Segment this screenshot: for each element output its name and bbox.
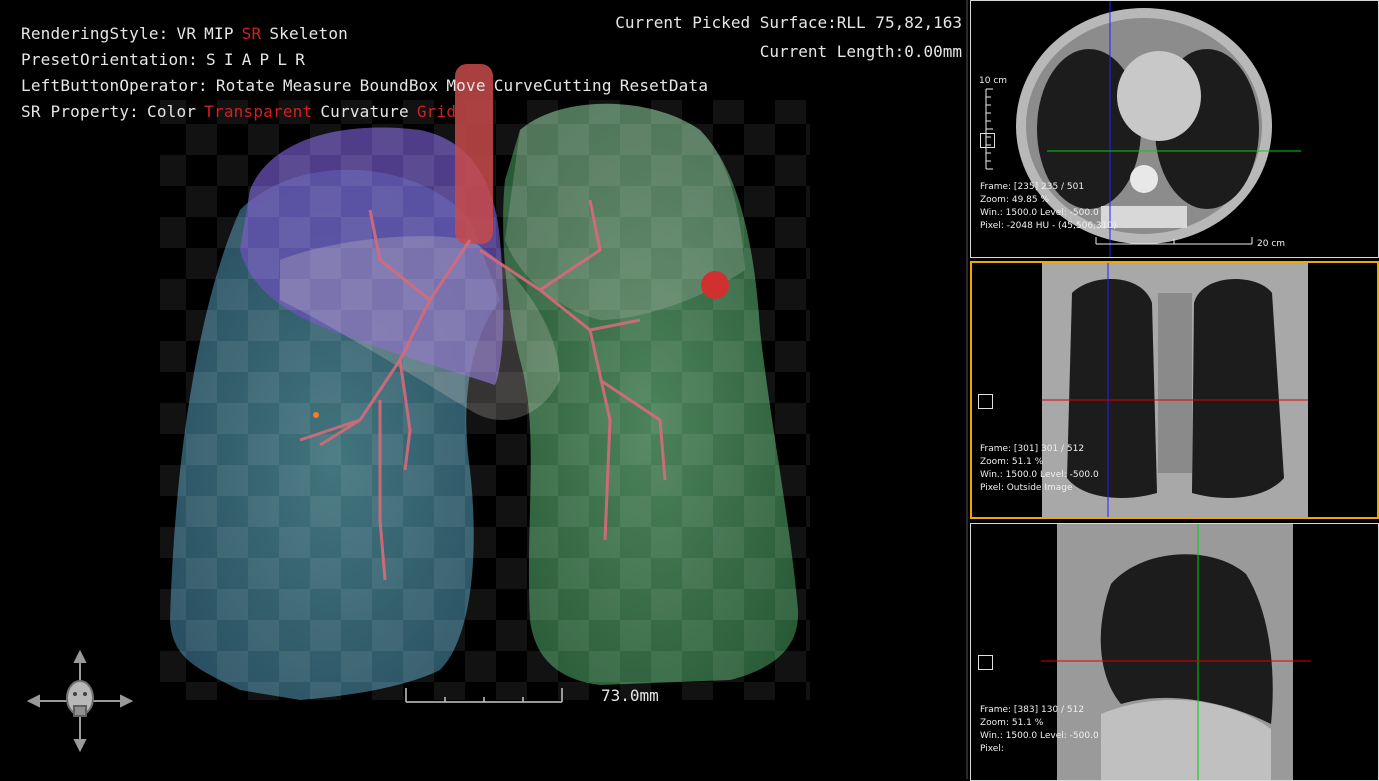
axial-zoom: Zoom: 49.85 % (980, 195, 1050, 205)
coronal-select-checkbox[interactable] (978, 394, 993, 409)
left-button-operator-label: LeftButtonOperator: (21, 76, 208, 95)
sr-property-label: SR Property: (21, 102, 139, 121)
orientation-option-p[interactable]: P (260, 50, 270, 69)
rendering-style-label: RenderingStyle: (21, 24, 169, 43)
nodule (701, 271, 729, 299)
3d-viewport[interactable]: RenderingStyle: VR MIP SR Skeleton PresetOri… (0, 0, 968, 779)
axial-vertical-ruler-label: 10 cm (979, 76, 1008, 86)
preset-orientation-menu: PresetOrientation: S I A P L R (21, 50, 313, 69)
coronal-window: Win.: 1500.0 Level: -500.0 (980, 470, 1099, 480)
orientation-option-s[interactable]: S (206, 50, 216, 69)
operator-option-boundbox[interactable]: BoundBox (360, 76, 439, 95)
orientation-option-r[interactable]: R (295, 50, 305, 69)
orientation-option-i[interactable]: I (224, 50, 234, 69)
sagittal-frame: Frame: [383] 130 / 512 (980, 705, 1085, 715)
left-button-operator-menu: LeftButtonOperator: Rotate Measure BoundBox… (21, 76, 716, 95)
rendering-option-vr[interactable]: VR (177, 24, 197, 43)
sagittal-viewer[interactable]: Frame: [383] 130 / 512 Zoom: 51.1 % Win.… (970, 523, 1379, 781)
coronal-zoom: Zoom: 51.1 % (980, 457, 1044, 467)
coronal-pixel: Pixel: Outside Image (980, 483, 1073, 493)
axial-frame: Frame: [235] 235 / 501 (980, 182, 1085, 192)
sr-option-grid[interactable]: Grid (417, 102, 456, 121)
operator-option-move[interactable]: Move (446, 76, 485, 95)
axial-select-checkbox[interactable] (980, 133, 995, 148)
axial-horizontal-ruler-label: 20 cm (1257, 239, 1286, 249)
coronal-frame: Frame: [301] 301 / 512 (980, 444, 1085, 454)
axial-info: Frame: [235] 235 / 501 Zoom: 49.85 % Win… (980, 181, 1117, 233)
head-orientation-icon (26, 649, 134, 753)
preset-orientation-label: PresetOrientation: (21, 50, 198, 69)
rendering-style-menu: RenderingStyle: VR MIP SR Skeleton (21, 24, 356, 43)
scale-bar-label: 73.0mm (601, 686, 659, 705)
sagittal-zoom: Zoom: 51.1 % (980, 718, 1044, 728)
sagittal-pixel: Pixel: (980, 744, 1004, 754)
current-length-readout: Current Length:0.00mm (759, 42, 962, 61)
coronal-viewer[interactable]: Frame: [301] 301 / 512 Zoom: 51.1 % Win.… (970, 261, 1379, 519)
sr-option-color[interactable]: Color (147, 102, 196, 121)
sr-property-menu: SR Property: Color Transparent Curvature Gri… (21, 102, 464, 121)
sagittal-select-checkbox[interactable] (978, 655, 993, 670)
orientation-option-a[interactable]: A (242, 50, 252, 69)
operator-option-curvecutting[interactable]: CurveCutting (494, 76, 612, 95)
sagittal-window: Win.: 1500.0 Level: -500.0 (980, 731, 1099, 741)
operator-option-resetdata[interactable]: ResetData (620, 76, 709, 95)
operator-option-measure[interactable]: Measure (283, 76, 352, 95)
sr-option-curvature[interactable]: Curvature (320, 102, 409, 121)
axial-window: Win.: 1500.0 Level: -500.0 (980, 208, 1099, 218)
slice-viewers: 10 cm 20 cm Frame: [235] 235 / 501 Zoom:… (970, 0, 1379, 781)
sagittal-info: Frame: [383] 130 / 512 Zoom: 51.1 % Win.… (980, 704, 1099, 756)
picked-surface-readout: Current Picked Surface:RLL 75,82,163 (615, 13, 962, 32)
rendering-option-skeleton[interactable]: Skeleton (269, 24, 348, 43)
orientation-option-l[interactable]: L (277, 50, 287, 69)
axial-pixel: Pixel: -2048 HU - (45,506,310) (980, 221, 1117, 231)
axial-viewer[interactable]: 10 cm 20 cm Frame: [235] 235 / 501 Zoom:… (970, 0, 1379, 258)
rendering-option-sr[interactable]: SR (242, 24, 262, 43)
operator-option-rotate[interactable]: Rotate (216, 76, 275, 95)
sr-option-transparent[interactable]: Transparent (204, 102, 312, 121)
rendering-option-mip[interactable]: MIP (204, 24, 234, 43)
coronal-info: Frame: [301] 301 / 512 Zoom: 51.1 % Win.… (980, 443, 1099, 495)
